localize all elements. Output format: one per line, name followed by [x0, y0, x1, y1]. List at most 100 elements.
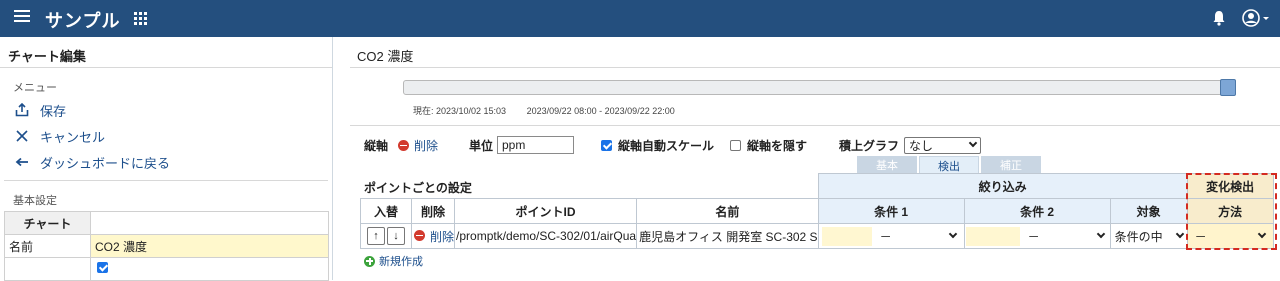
axis-label: 縦軸 [364, 138, 389, 153]
row-delete-label: 削除 [430, 229, 455, 244]
axis-delete-link[interactable]: 削除 [398, 136, 438, 154]
unit-label: 単位 [469, 138, 494, 153]
method-select[interactable]: － [1190, 227, 1269, 245]
chart-title: CO2 濃度 [357, 49, 414, 64]
condition1-cell: － [817, 223, 965, 249]
delete-circle-icon [414, 229, 425, 241]
time-range-slider[interactable] [403, 80, 1234, 95]
hamburger-menu-icon[interactable] [14, 10, 30, 26]
checkbox-cell [90, 257, 329, 281]
time-info: 現在: 2023/10/02 15:03 2023/09/22 08:00 - … [413, 104, 693, 117]
save-menu-item[interactable]: 保存 [14, 100, 66, 120]
condition1-column-header: 条件 1 [817, 198, 965, 224]
condition1-value-input[interactable] [821, 226, 872, 246]
back-arrow-icon [14, 154, 30, 170]
name-row-label: 名前 [4, 234, 91, 258]
stack-graph-select[interactable]: なし [904, 136, 981, 154]
delete-circle-icon [398, 139, 409, 151]
condition2-operator-select[interactable]: － [1023, 227, 1108, 245]
auto-scale-checkbox[interactable] [601, 139, 612, 151]
current-time-label: 現在: 2023/10/02 15:03 [413, 106, 507, 116]
cancel-menu-item[interactable]: キャンセル [14, 126, 105, 146]
chart-name-input[interactable]: CO2 濃度 [90, 234, 329, 258]
time-range-slider-thumb[interactable] [1220, 79, 1236, 96]
condition2-column-header: 条件 2 [963, 198, 1111, 224]
divider [350, 125, 1280, 126]
chevron-down-icon [1257, 229, 1266, 239]
save-label: 保存 [40, 103, 67, 119]
add-circle-icon [364, 255, 375, 267]
checkbox-row-label [4, 257, 91, 281]
target-column-header: 対象 [1109, 198, 1188, 224]
divider [350, 67, 1280, 68]
filter-group-header: 絞り込み [817, 173, 1188, 199]
tab-basic[interactable]: 基本 [857, 156, 917, 174]
condition2-operator-value: － [1027, 229, 1040, 244]
cancel-label: キャンセル [40, 129, 106, 145]
target-value: 条件の中 [1114, 229, 1163, 244]
chevron-down-icon [1096, 229, 1105, 239]
save-upload-icon [14, 102, 30, 118]
chart-edit-panel: チャート編集 メニュー 保存 キャンセル ダッシュボードに戻る 基本設定 チャー… [0, 37, 333, 281]
user-account-icon[interactable] [1242, 8, 1270, 28]
enabled-checkbox[interactable] [97, 262, 108, 273]
table-row: ↑ ↓ 削除 /promptk/demo/SC-302/01/airQua 鹿児島… [360, 223, 1274, 249]
app-title: サンプル [45, 11, 121, 31]
target-cell: 条件の中 [1109, 223, 1188, 249]
chevron-down-icon [968, 138, 978, 148]
spacer [361, 174, 819, 199]
basic-settings-table: チャート 名前 CO2 濃度 [4, 211, 329, 281]
top-bar: サンプル [0, 0, 1280, 37]
hide-axis-option[interactable]: 縦軸を隠す [730, 136, 807, 154]
move-up-button[interactable]: ↑ [367, 227, 385, 245]
axis-delete-label: 削除 [414, 138, 439, 153]
auto-scale-label: 縦軸自動スケール [618, 138, 715, 153]
point-id-column-header: ポイントID [454, 198, 638, 224]
reorder-cell: ↑ ↓ [360, 223, 412, 249]
move-down-button[interactable]: ↓ [387, 227, 405, 245]
change-detect-group-header: 変化検出 [1186, 173, 1274, 199]
panel-title: チャート編集 [8, 49, 86, 64]
chevron-down-icon [948, 229, 957, 239]
name-column-header: 名前 [636, 198, 819, 224]
stack-graph-label: 積上グラフ [839, 138, 900, 153]
chart-header: チャート [4, 211, 91, 235]
basic-settings-section-label: 基本設定 [13, 195, 57, 207]
new-point-label: 新規作成 [379, 256, 423, 268]
point-name-cell[interactable]: 鹿児島オフィス 開発室 SC-302 S [636, 223, 819, 249]
new-point-link[interactable]: 新規作成 [364, 253, 423, 269]
point-id-cell[interactable]: /promptk/demo/SC-302/01/airQua [454, 223, 638, 249]
divider [4, 180, 328, 181]
hide-axis-checkbox[interactable] [730, 139, 741, 151]
empty-header [90, 211, 329, 235]
condition2-cell: － [963, 223, 1111, 249]
divider [0, 67, 332, 68]
method-column-header: 方法 [1186, 198, 1274, 224]
row-delete-link[interactable]: 削除 [410, 223, 456, 249]
close-icon [14, 128, 30, 144]
back-to-dashboard-menu-item[interactable]: ダッシュボードに戻る [14, 152, 170, 172]
point-settings-table: 絞り込み 変化検出 入替 削除 ポイントID 名前 条件 1 条件 2 対象 方… [360, 173, 1274, 249]
method-cell: － [1186, 223, 1274, 249]
menu-section-label: メニュー [13, 82, 57, 94]
condition2-value-input[interactable] [965, 226, 1020, 246]
apps-grid-icon[interactable] [134, 12, 147, 25]
target-select[interactable]: 条件の中 [1112, 227, 1185, 245]
back-to-dashboard-label: ダッシュボードに戻る [40, 155, 171, 171]
settings-tabs: 基本 検出 補正 [857, 156, 1043, 174]
unit-input[interactable]: ppm [497, 136, 574, 154]
time-range-label: 2023/09/22 08:00 - 2023/09/22 22:00 [526, 106, 675, 116]
chart-detail-panel: CO2 濃度 現在: 2023/10/02 15:03 2023/09/22 0… [340, 37, 1280, 280]
hide-axis-label: 縦軸を隠す [747, 138, 808, 153]
method-value: － [1194, 229, 1207, 244]
bell-icon[interactable] [1212, 10, 1226, 26]
reorder-column-header: 入替 [360, 198, 412, 224]
stack-graph-value: なし [909, 138, 934, 153]
condition1-operator-select[interactable]: － [875, 227, 960, 245]
tab-correct[interactable]: 補正 [981, 156, 1041, 174]
delete-column-header: 削除 [410, 198, 456, 224]
condition1-operator-value: － [879, 229, 892, 244]
auto-scale-option[interactable]: 縦軸自動スケール [601, 136, 714, 154]
tab-detect[interactable]: 検出 [919, 156, 979, 174]
chevron-down-icon [1175, 229, 1184, 239]
